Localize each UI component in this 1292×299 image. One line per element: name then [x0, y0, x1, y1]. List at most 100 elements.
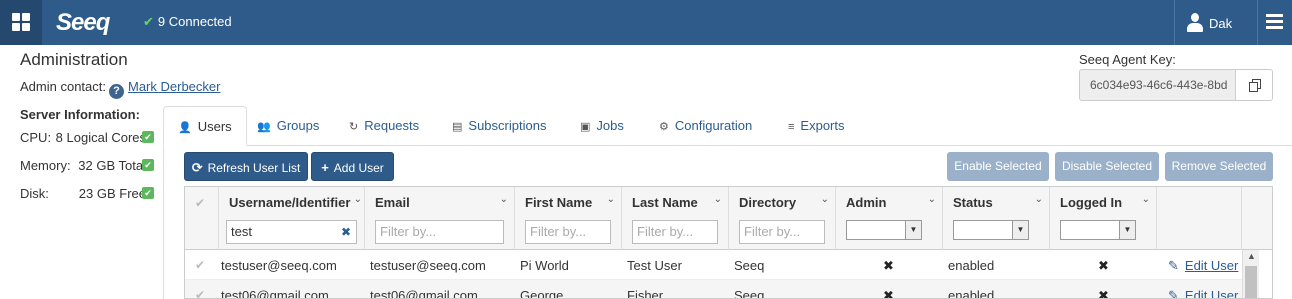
- tab-configuration[interactable]: ⚙ Configuration: [645, 106, 766, 146]
- plus-icon: +: [321, 160, 329, 175]
- gears-icon: ⚙: [659, 121, 669, 133]
- question-circle-icon[interactable]: ?: [109, 84, 124, 99]
- check-square-icon: ✔: [142, 187, 154, 199]
- table-row[interactable]: ✔ testuser@seeq.com testuser@seeq.com Pi…: [185, 250, 1242, 280]
- column-header-last-name[interactable]: Last Name: [632, 195, 698, 210]
- column-header-directory[interactable]: Directory: [739, 195, 796, 210]
- edit-user-label: Edit User: [1184, 258, 1239, 273]
- tab-label: Exports: [800, 118, 845, 133]
- add-user-button[interactable]: + Add User: [311, 152, 394, 181]
- scrollbar-thumb[interactable]: [1245, 266, 1257, 298]
- list-icon: ▤: [452, 121, 463, 133]
- clear-filter-icon[interactable]: ✖: [341, 225, 351, 239]
- tab-label: Users: [197, 119, 232, 134]
- cell-directory: Seeq: [734, 288, 765, 299]
- remove-selected-button[interactable]: Remove Selected: [1165, 152, 1273, 181]
- copy-agent-key-button[interactable]: [1235, 69, 1273, 101]
- briefcase-icon: ▣: [580, 121, 591, 133]
- directory-filter-input[interactable]: Filter by...: [739, 220, 825, 244]
- refresh-user-list-button[interactable]: ⟳ Refresh User List: [184, 152, 308, 181]
- server-info-value: 23 GB Free: [78, 186, 146, 201]
- chevron-down-icon[interactable]: ⌄: [928, 194, 936, 205]
- connection-status[interactable]: ✔ 9 Connected: [143, 14, 232, 30]
- tab-exports[interactable]: ≡ Exports: [774, 106, 859, 146]
- select-all-checkbox[interactable]: ✔: [195, 196, 205, 210]
- username-filter-input[interactable]: test: [226, 220, 357, 244]
- connection-status-label: 9 Connected: [157, 14, 232, 29]
- cell-first-name: Pi World: [520, 258, 569, 273]
- cell-email: testuser@seeq.com: [370, 258, 486, 273]
- admin-contact-link[interactable]: Mark Derbecker: [128, 79, 220, 94]
- email-filter-input[interactable]: Filter by...: [375, 220, 504, 244]
- column-header-status[interactable]: Status: [953, 195, 993, 210]
- admin-filter-select[interactable]: ▼: [846, 220, 922, 240]
- grid-header: ✔ Username/Identifier ⌄ test ✖ Email ⌄ F…: [185, 187, 1272, 250]
- user-menu-button[interactable]: Dak: [1174, 0, 1257, 45]
- select-arrow-icon: ▼: [1012, 221, 1028, 239]
- server-info-label: Disk:: [20, 186, 49, 201]
- logged-in-filter-select[interactable]: ▼: [1060, 220, 1136, 240]
- seeq-logo[interactable]: Seeq: [56, 9, 110, 37]
- edit-user-link[interactable]: ✎ Edit User: [1168, 258, 1238, 274]
- chevron-down-icon[interactable]: ⌄: [607, 194, 615, 205]
- column-directory: Directory ⌄ Filter by...: [729, 187, 836, 250]
- edit-user-link[interactable]: ✎ Edit User: [1168, 288, 1239, 299]
- table-row[interactable]: ✔ test06@gmail.com test06@gmail.com Geor…: [185, 280, 1242, 299]
- tab-groups[interactable]: 👥 Groups: [243, 106, 333, 146]
- tab-jobs[interactable]: ▣ Jobs: [566, 106, 638, 146]
- server-info-row-memory: Memory: 32 GB Total ✔: [20, 158, 160, 186]
- hamburger-menu-button[interactable]: [1257, 0, 1292, 45]
- column-header-first-name[interactable]: First Name: [525, 195, 592, 210]
- tab-label: Subscriptions: [468, 118, 547, 133]
- server-info-value: 8 Logical Cores: [55, 130, 146, 145]
- admin-contact: Admin contact:? Mark Derbecker: [20, 79, 220, 99]
- apps-grid-button[interactable]: [0, 0, 42, 45]
- disable-selected-button[interactable]: Disable Selected: [1055, 152, 1159, 181]
- hamburger-icon: [1266, 14, 1283, 17]
- column-header-logged-in[interactable]: Logged In: [1060, 195, 1122, 210]
- column-first-name: First Name ⌄ Filter by...: [515, 187, 622, 250]
- edit-user-label: Edit User: [1184, 288, 1239, 299]
- check-icon: ✔: [143, 14, 154, 29]
- logged-in-x-icon: ✖: [1098, 258, 1109, 273]
- last-name-filter-input[interactable]: Filter by...: [632, 220, 718, 244]
- pencil-icon: ✎: [1168, 258, 1179, 273]
- column-status: Status ⌄ ▼: [943, 187, 1050, 250]
- users-icon: 👥: [257, 121, 271, 133]
- chevron-down-icon[interactable]: ⌄: [821, 194, 829, 205]
- cell-last-name: Fisher: [627, 288, 664, 299]
- chevron-down-icon[interactable]: ⌄: [354, 194, 362, 205]
- cell-last-name: Test User: [627, 258, 682, 273]
- tab-requests[interactable]: ↻ Requests: [335, 106, 433, 146]
- agent-key-field[interactable]: 6c034e93-46c6-443e-8bd: [1079, 69, 1236, 101]
- admin-x-icon: ✖: [883, 258, 894, 273]
- chevron-down-icon[interactable]: ⌄: [500, 194, 508, 205]
- chevron-down-icon[interactable]: ⌄: [1142, 194, 1150, 205]
- column-header-username[interactable]: Username/Identifier: [229, 195, 350, 210]
- tab-users[interactable]: 👤 Users: [163, 106, 247, 146]
- server-info-value: 32 GB Total: [78, 158, 146, 173]
- status-filter-select[interactable]: ▼: [953, 220, 1029, 240]
- enable-selected-button[interactable]: Enable Selected: [947, 152, 1049, 181]
- column-logged-in: Logged In ⌄ ▼: [1050, 187, 1157, 250]
- select-arrow-icon: ▼: [1119, 221, 1135, 239]
- column-header-admin[interactable]: Admin: [846, 195, 886, 210]
- row-select-checkbox[interactable]: ✔: [195, 288, 205, 298]
- grid-vertical-scrollbar[interactable]: ▲: [1242, 250, 1259, 298]
- chevron-down-icon[interactable]: ⌄: [1035, 194, 1043, 205]
- chevron-down-icon[interactable]: ⌄: [714, 194, 722, 205]
- copy-icon-front: [1249, 82, 1258, 92]
- column-header-email[interactable]: Email: [375, 195, 410, 210]
- apps-grid-icon-cell: [12, 23, 20, 31]
- admin-x-icon: ✖: [883, 288, 894, 299]
- tab-label: Requests: [364, 118, 420, 133]
- row-select-checkbox[interactable]: ✔: [195, 258, 205, 272]
- username-label: Dak: [1209, 16, 1233, 31]
- tab-subscriptions[interactable]: ▤ Subscriptions: [438, 106, 560, 146]
- server-info-label: CPU:: [20, 130, 52, 145]
- hamburger-icon-bar: [1266, 20, 1283, 23]
- first-name-filter-input[interactable]: Filter by...: [525, 220, 611, 244]
- apps-grid-icon-cell: [22, 23, 30, 31]
- scroll-up-icon[interactable]: ▲: [1247, 251, 1256, 261]
- column-last-name: Last Name ⌄ Filter by...: [622, 187, 729, 250]
